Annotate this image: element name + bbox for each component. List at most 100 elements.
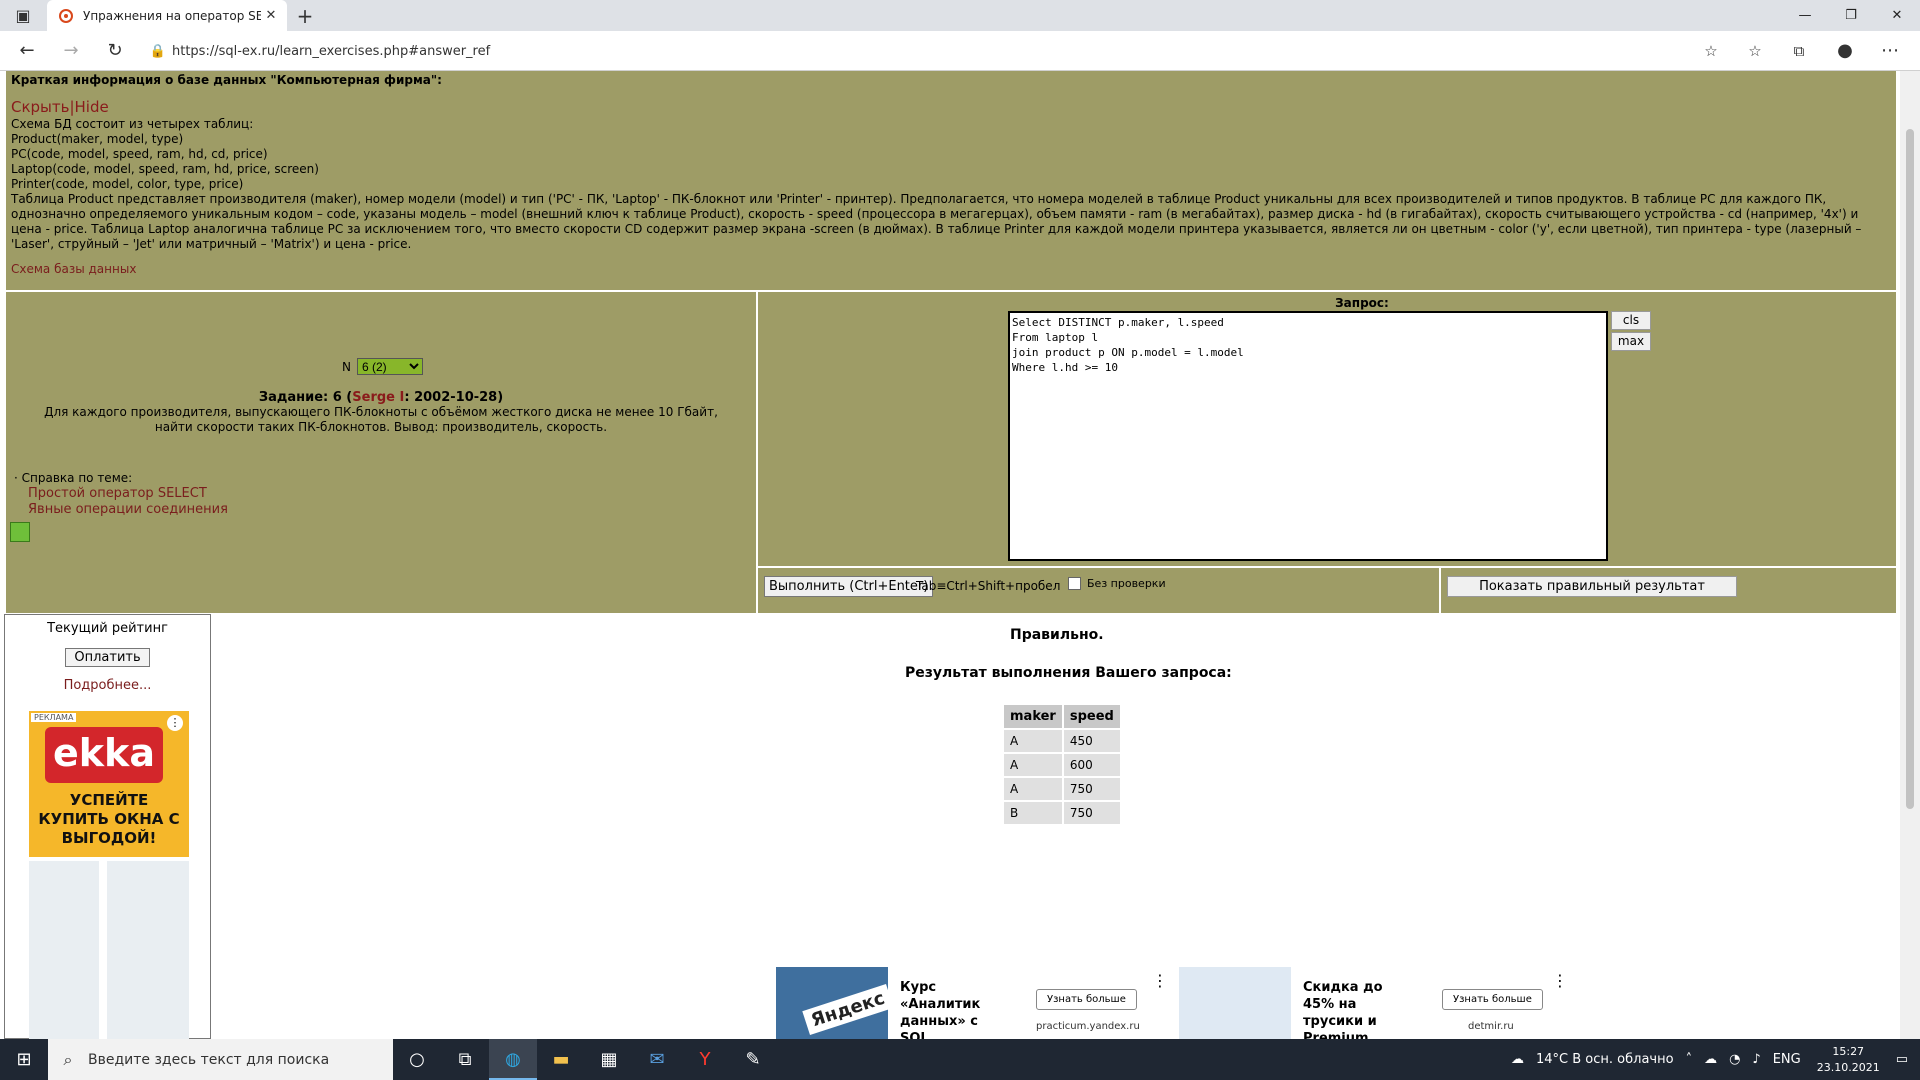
help-link-select[interactable]: Простой оператор SELECT	[28, 486, 228, 502]
store-taskbar-icon[interactable]: ▦	[585, 1039, 633, 1080]
language-indicator[interactable]: ENG	[1773, 1052, 1801, 1067]
ad-menu-icon[interactable]: ⋮	[1152, 971, 1168, 990]
browser-tab[interactable]: Упражнения на оператор SELECT ✕	[47, 0, 287, 31]
ad-menu-icon[interactable]: ⋮	[1552, 971, 1568, 990]
task-view-icon[interactable]: ⧉	[441, 1039, 489, 1080]
close-tab-icon[interactable]: ✕	[261, 8, 281, 23]
no-check-option[interactable]: Без проверки	[1068, 577, 1166, 590]
start-icon[interactable]: ⊞	[0, 1039, 48, 1080]
task-panel: N 6 (2) Задание: 6 (Serge I: 2002-10-28)…	[6, 292, 756, 613]
result-title: Результат выполнения Вашего запроса:	[905, 665, 1232, 681]
maximize-button[interactable]: ❐	[1828, 0, 1874, 31]
search-placeholder: Введите здесь текст для поиска	[88, 1051, 330, 1068]
url-field[interactable]: 🔒 https://sql-ex.ru/learn_exercises.php#…	[144, 36, 1700, 66]
forward-icon[interactable]: →	[56, 39, 86, 63]
ad-brand: ekka	[45, 727, 163, 783]
run-button[interactable]: Выполнить (Ctrl+Enter)	[764, 576, 934, 597]
bottom-ad-detmir[interactable]: Скидка до 45% на трусики и Premium подгу…	[1179, 967, 1579, 1039]
schema-link[interactable]: Схема базы данных	[11, 262, 1891, 277]
cortana-icon[interactable]: ○	[393, 1039, 441, 1080]
scrollbar-thumb[interactable]	[1906, 129, 1914, 809]
close-window-button[interactable]: ✕	[1874, 0, 1920, 31]
column-header: speed	[1063, 705, 1120, 728]
table-header-row: maker speed	[1004, 705, 1120, 728]
back-icon[interactable]: ←	[12, 39, 42, 63]
db-description: Таблица Product представляет производите…	[11, 192, 1862, 251]
windows-taskbar: ⊞ ⌕ Введите здесь текст для поиска ○ ⧉ ◍…	[0, 1039, 1920, 1080]
reload-icon[interactable]: ↻	[100, 39, 130, 63]
system-tray: ☁ 14°C В осн. облачно ˄ ☁ ◔ ♪ ENG 15:27 …	[1505, 1039, 1920, 1080]
mail-taskbar-icon[interactable]: ✉	[633, 1039, 681, 1080]
ad-text: Курс «Аналитик данных» с SQL	[900, 980, 981, 1039]
weather-text[interactable]: 14°C В осн. облачно	[1536, 1052, 1674, 1067]
show-result-button[interactable]: Показать правильный результат	[1447, 576, 1737, 597]
pay-button[interactable]: Оплатить	[65, 648, 150, 667]
menu-icon[interactable]: ⋯	[1875, 39, 1905, 63]
ad-learn-more-button[interactable]: Узнать больше	[1442, 989, 1543, 1010]
taskbar-search[interactable]: ⌕ Введите здесь текст для поиска	[48, 1039, 393, 1080]
task-title: Задание: 6 (Serge I: 2002-10-28)	[6, 390, 756, 405]
tab-hint: Tab≡Ctrl+Shift+пробел	[916, 579, 1061, 593]
exercise-selector: N 6 (2)	[342, 358, 423, 375]
exercise-select[interactable]: 6 (2)	[356, 358, 423, 375]
network-icon[interactable]: ◔	[1729, 1052, 1740, 1067]
weather-icon[interactable]: ☁	[1511, 1052, 1524, 1067]
max-button[interactable]: max	[1611, 332, 1651, 351]
table-row: B 750	[1004, 802, 1120, 824]
volume-icon[interactable]: ♪	[1752, 1052, 1760, 1067]
no-check-checkbox[interactable]	[1068, 577, 1081, 590]
bottom-ad-yandex[interactable]: Яндекс Курс «Аналитик данных» с SQL Узна…	[776, 967, 1176, 1039]
ad-domain: detmir.ru	[1468, 1021, 1514, 1032]
result-status: Правильно.	[1010, 627, 1104, 643]
query-panel: Запрос: Select DISTINCT p.maker, l.speed…	[758, 292, 1896, 566]
ad-image: Яндекс	[776, 967, 894, 1039]
paint-taskbar-icon[interactable]: ✎	[729, 1039, 777, 1080]
edge-taskbar-icon[interactable]: ◍	[489, 1039, 537, 1080]
minimize-button[interactable]: —	[1782, 0, 1828, 31]
query-label: Запрос:	[1335, 296, 1389, 310]
ad-window-image	[29, 857, 189, 1039]
ad-menu-icon[interactable]: ⋮	[167, 715, 183, 731]
more-link[interactable]: Подробнее...	[5, 678, 210, 693]
ad-image	[1179, 967, 1291, 1039]
table-cell: 750	[1063, 802, 1120, 824]
clock[interactable]: 15:27 23.10.2021	[1817, 1044, 1880, 1076]
table-row: A 450	[1004, 730, 1120, 752]
schema-line: Схема БД состоит из четырех таблиц:	[11, 117, 254, 131]
site-favicon-icon	[59, 8, 73, 23]
rating-title: Текущий рейтинг	[47, 621, 168, 636]
ad-learn-more-button[interactable]: Узнать больше	[1036, 989, 1137, 1010]
url-text: https://sql-ex.ru/learn_exercises.php#an…	[172, 43, 491, 59]
tray-chevron-icon[interactable]: ˄	[1686, 1052, 1693, 1067]
discussion-icon[interactable]	[10, 522, 30, 542]
page-scrollbar[interactable]	[1900, 71, 1920, 1039]
lock-icon: 🔒	[149, 43, 167, 59]
favorite-add-icon[interactable]: ☆	[1696, 39, 1726, 63]
task-text: Для каждого производителя, выпускающего …	[44, 405, 718, 434]
task-author[interactable]: Serge I	[352, 390, 404, 405]
sql-editor[interactable]: Select DISTINCT p.maker, l.speed From la…	[1008, 311, 1608, 561]
tab-strip: ▣ Упражнения на оператор SELECT ✕ + — ❐ …	[0, 0, 1920, 31]
table-cell: 750	[1063, 778, 1120, 800]
profile-icon[interactable]: ●	[1830, 39, 1860, 63]
explorer-taskbar-icon[interactable]: ▬	[537, 1039, 585, 1080]
table-cell: B	[1004, 802, 1062, 824]
yandex-taskbar-icon[interactable]: Y	[681, 1039, 729, 1080]
tab-actions-icon[interactable]: ▣	[10, 4, 36, 28]
help-link-join[interactable]: Явные операции соединения	[28, 502, 228, 518]
tab-title: Упражнения на оператор SELECT	[83, 8, 261, 23]
task-title-suffix: : 2002-10-28)	[404, 390, 504, 405]
notifications-icon[interactable]: ▭	[1896, 1052, 1908, 1067]
side-ad[interactable]: РЕКЛАМА ⋮ ekka УСПЕЙТЕ КУПИТЬ ОКНА С ВЫГ…	[29, 711, 189, 1039]
onedrive-icon[interactable]: ☁	[1704, 1052, 1717, 1067]
collections-icon[interactable]: ⧉	[1784, 39, 1814, 63]
schema-line: Product(maker, model, type)	[11, 132, 184, 146]
new-tab-icon[interactable]: +	[292, 4, 318, 28]
help-section: · Справка по теме: Простой оператор SELE…	[14, 470, 228, 518]
clock-time: 15:27	[1832, 1044, 1865, 1058]
run-bar: Выполнить (Ctrl+Enter) Tab≡Ctrl+Shift+пр…	[758, 568, 1439, 613]
result-bar: Показать правильный результат	[1441, 568, 1896, 613]
cls-button[interactable]: cls	[1611, 311, 1651, 330]
favorites-icon[interactable]: ☆	[1740, 39, 1770, 63]
hide-link[interactable]: Скрыть|Hide	[11, 100, 1891, 115]
